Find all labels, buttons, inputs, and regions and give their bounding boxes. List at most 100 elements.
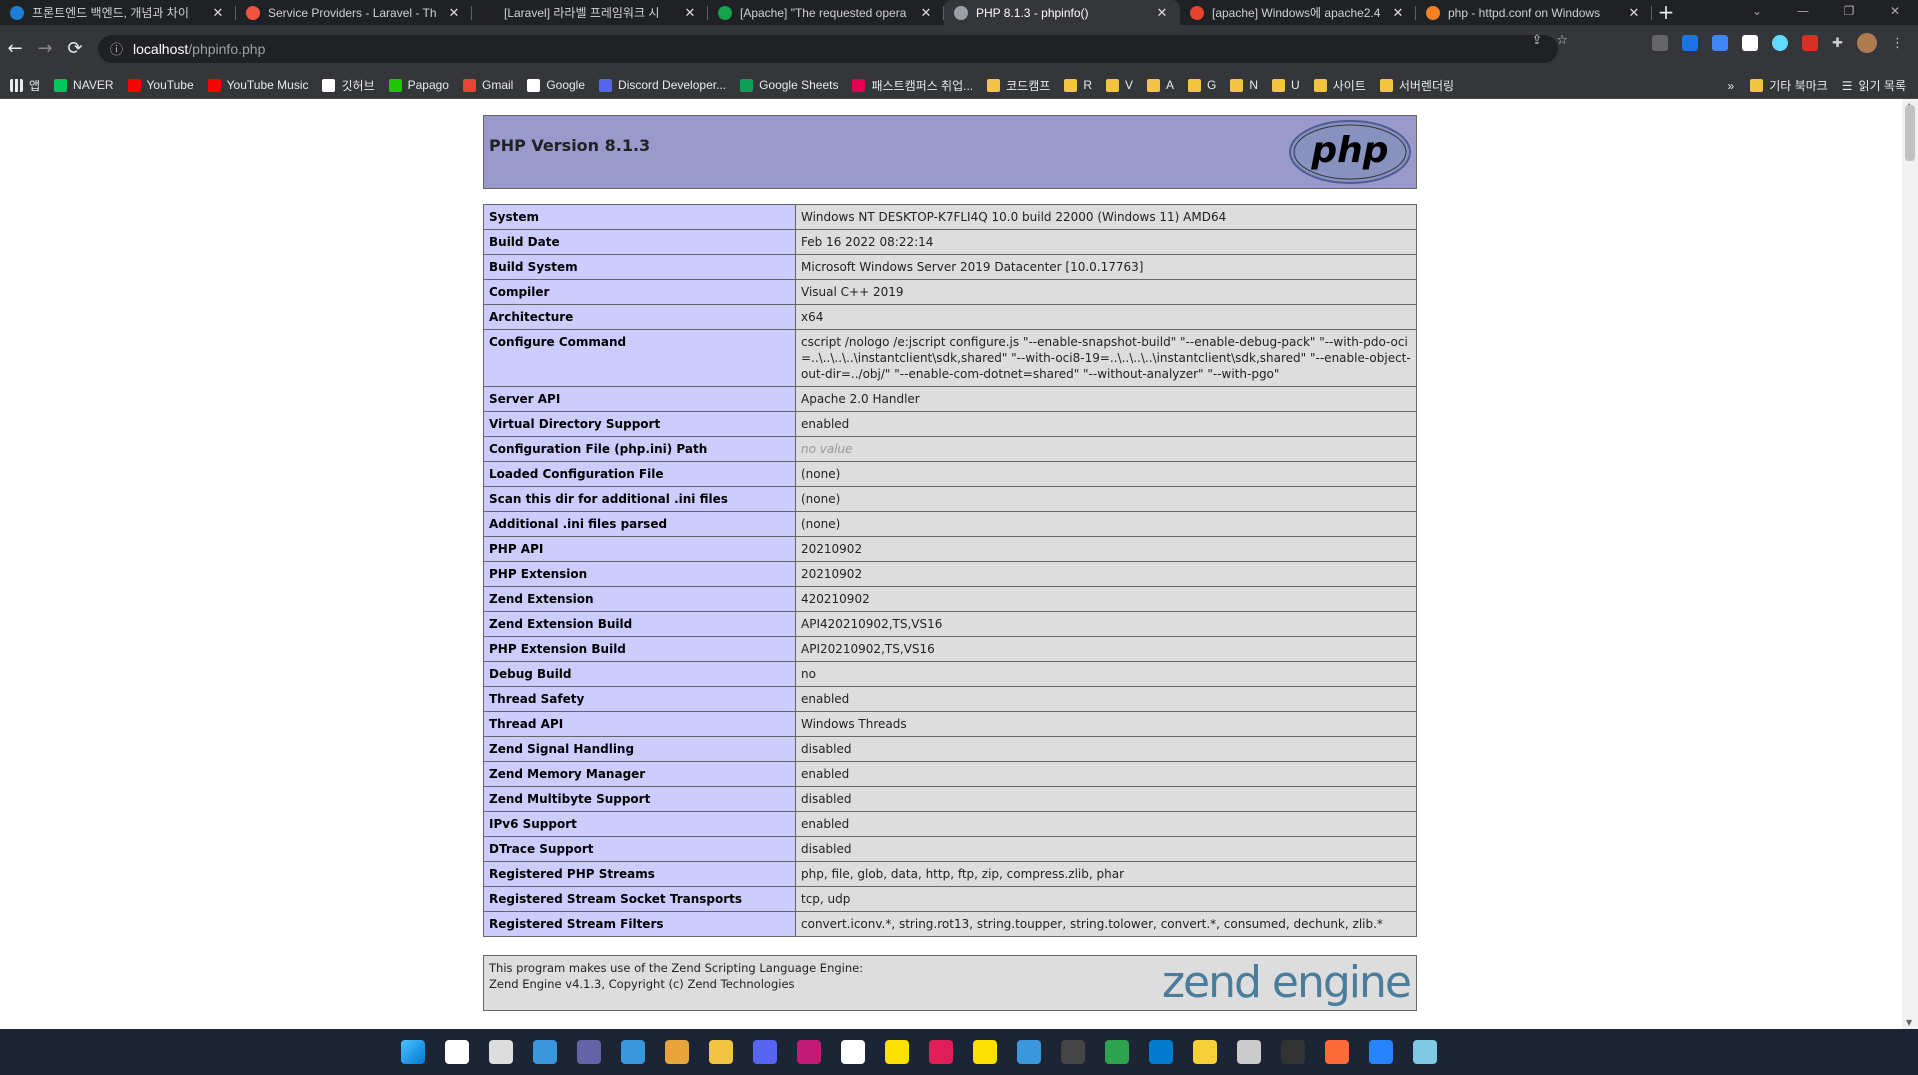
browser-tab[interactable]: [Apache] "The requested opera ✕ — [708, 0, 944, 25]
bookmark-item[interactable]: 패스트캠퍼스 취업... — [852, 77, 973, 94]
bookmark-folder[interactable]: G — [1188, 78, 1216, 92]
task-view-icon[interactable] — [489, 1040, 513, 1064]
tab-close-icon[interactable]: ✕ — [1154, 5, 1170, 21]
checklist-icon[interactable] — [1105, 1040, 1129, 1064]
bookmark-folder[interactable]: 코드캠프 — [987, 77, 1050, 94]
discord-icon[interactable] — [753, 1040, 777, 1064]
back-icon[interactable]: ← — [0, 38, 30, 59]
directive-value: Windows Threads — [795, 711, 1417, 737]
directive-name: Architecture — [483, 304, 796, 330]
new-tab-button[interactable]: + — [1652, 0, 1680, 25]
browser-tab[interactable]: PHP 8.1.3 - phpinfo() ✕ — [944, 0, 1180, 25]
reload-icon[interactable]: ⟳ — [60, 38, 90, 59]
photos-icon[interactable] — [1413, 1040, 1437, 1064]
directive-value: 20210902 — [795, 561, 1417, 587]
extensions-puzzle-icon[interactable]: ✚ — [1832, 36, 1843, 51]
bookmark-item[interactable]: 깃허브 — [322, 77, 375, 94]
bookmark-item[interactable]: YouTube — [127, 78, 194, 92]
docs-extension-icon[interactable] — [1742, 35, 1759, 51]
bookmark-item[interactable]: Google — [527, 78, 585, 92]
bookmark-item[interactable]: Gmail — [462, 78, 513, 92]
tab-search-icon[interactable]: ⌄ — [1734, 0, 1780, 25]
translate-extension-icon[interactable] — [1712, 35, 1729, 51]
bookmark-folder[interactable]: 서버렌더링 — [1379, 77, 1455, 94]
bookmark-folder[interactable]: R — [1064, 78, 1092, 92]
share-icon[interactable]: ⇪ — [1531, 33, 1542, 48]
bookmark-folder[interactable]: A — [1147, 78, 1174, 92]
kakaotalk-icon[interactable] — [973, 1040, 997, 1064]
file-explorer-icon[interactable] — [709, 1040, 733, 1064]
reading-list-button[interactable]: ☰ 읽기 목록 — [1842, 77, 1906, 94]
slack-icon[interactable] — [929, 1040, 953, 1064]
bookmark-favicon — [852, 78, 866, 92]
terminal-icon[interactable] — [1061, 1040, 1085, 1064]
notepad-icon[interactable] — [1017, 1040, 1041, 1064]
directive-name: PHP Extension Build — [483, 636, 796, 662]
restore-icon[interactable]: ❐ — [1826, 0, 1872, 25]
table-row: PHP Extension 20210902 — [483, 561, 1417, 587]
profile-avatar[interactable] — [1857, 33, 1877, 53]
scrollbar-thumb[interactable] — [1905, 105, 1915, 161]
table-row: Thread Safety enabled — [483, 686, 1417, 712]
site-info-icon[interactable]: ⓘ — [110, 39, 123, 58]
tab-close-icon[interactable]: ✕ — [1626, 5, 1642, 21]
chrome-icon[interactable] — [665, 1040, 689, 1064]
tab-close-icon[interactable]: ✕ — [446, 5, 462, 21]
tab-close-icon[interactable]: ✕ — [1390, 5, 1406, 21]
bookmark-star-icon[interactable]: ☆ — [1556, 33, 1568, 48]
bookmark-item[interactable]: Google Sheets — [740, 78, 838, 92]
bookmark-label: Discord Developer... — [618, 78, 727, 92]
vertical-scrollbar[interactable]: ▲ ▼ — [1902, 99, 1918, 1029]
close-window-icon[interactable]: ✕ — [1872, 0, 1918, 25]
bookmark-folder[interactable]: U — [1272, 78, 1300, 92]
browser-tab[interactable]: [Laravel] 라라벨 프레임워크 시 ✕ — [472, 0, 708, 25]
browser-tab[interactable]: Service Providers - Laravel - Th ✕ — [236, 0, 472, 25]
zend-engine-logo[interactable]: zend engine — [1162, 960, 1412, 1006]
search-icon[interactable] — [445, 1040, 469, 1064]
bookmark-label: 서버렌더링 — [1398, 78, 1455, 93]
bookmark-item[interactable]: Discord Developer... — [599, 78, 726, 92]
tab-close-icon[interactable]: ✕ — [682, 5, 698, 21]
signal-extension-icon[interactable] — [1652, 35, 1669, 51]
bookmark-folder[interactable]: N — [1230, 78, 1258, 92]
shield-extension-icon[interactable] — [1802, 35, 1819, 51]
php-logo[interactable]: php — [1289, 120, 1411, 184]
bookmark-item[interactable]: Papago — [388, 78, 449, 92]
sticky-notes-icon[interactable] — [1193, 1040, 1217, 1064]
mail-icon[interactable] — [621, 1040, 645, 1064]
sandbox-icon[interactable] — [1237, 1040, 1261, 1064]
vscode-icon[interactable] — [1149, 1040, 1173, 1064]
bookmark-item[interactable]: 앱 — [10, 77, 40, 94]
widgets-icon[interactable] — [533, 1040, 557, 1064]
minimize-icon[interactable]: — — [1780, 0, 1826, 25]
directive-value: tcp, udp — [795, 886, 1417, 912]
kakao-icon[interactable] — [885, 1040, 909, 1064]
sourcetree-icon[interactable] — [1369, 1040, 1393, 1064]
play-extension-icon[interactable] — [1682, 35, 1699, 51]
directive-value: Feb 16 2022 08:22:14 — [795, 229, 1417, 255]
bookmark-folder[interactable]: V — [1105, 78, 1133, 92]
browser-tab[interactable]: [apache] Windows에 apache2.4 ✕ — [1180, 0, 1416, 25]
cmd-icon[interactable] — [1281, 1040, 1305, 1064]
other-bookmarks-folder[interactable]: 기타 북마크 — [1750, 77, 1828, 94]
browser-tab[interactable]: php - httpd.conf on Windows ✕ — [1416, 0, 1652, 25]
jetbrains-icon[interactable] — [797, 1040, 821, 1064]
forward-icon[interactable]: → — [30, 38, 60, 59]
directive-value: cscript /nologo /e:jscript configure.js … — [795, 329, 1417, 387]
start-icon[interactable] — [401, 1040, 425, 1064]
directive-value: 420210902 — [795, 586, 1417, 612]
address-bar[interactable]: ⓘ localhost/phpinfo.php — [98, 34, 1558, 63]
tab-close-icon[interactable]: ✕ — [918, 5, 934, 21]
react-extension-icon[interactable] — [1772, 35, 1789, 51]
bookmark-folder[interactable]: 사이트 — [1313, 77, 1366, 94]
browser-tab[interactable]: 프론트엔드 백엔드, 개념과 차이 ✕ — [0, 0, 236, 25]
bookmark-item[interactable]: YouTube Music — [207, 78, 308, 92]
menu-kebab-icon[interactable]: ⋮ — [1891, 36, 1904, 51]
bookmark-item[interactable]: NAVER — [54, 78, 114, 92]
postman-icon[interactable] — [1325, 1040, 1349, 1064]
tab-close-icon[interactable]: ✕ — [210, 5, 226, 21]
teams-chat-icon[interactable] — [577, 1040, 601, 1064]
notion-icon[interactable] — [841, 1040, 865, 1064]
scroll-down-arrow[interactable]: ▼ — [1906, 1018, 1912, 1027]
bookmarks-overflow-button[interactable]: » — [1728, 79, 1735, 93]
